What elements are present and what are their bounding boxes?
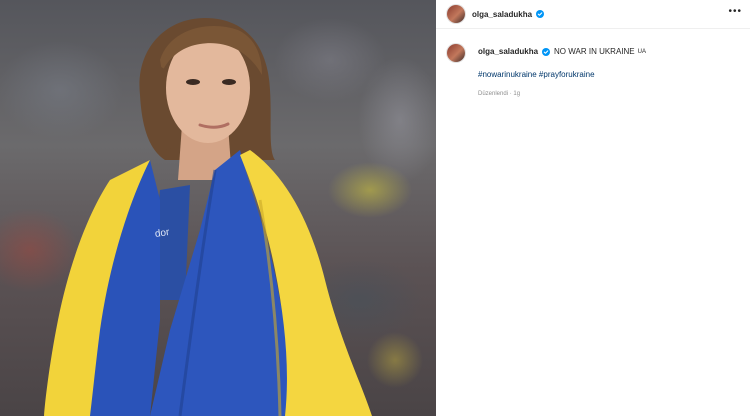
caption-line: olga_saladukha NO WAR IN UKRAINE UA: [478, 47, 646, 56]
post-meta: Düzenlendi · 1g: [478, 91, 520, 97]
ua-flag-emoji-text: UA: [637, 48, 646, 55]
more-options-icon[interactable]: •••: [728, 7, 742, 17]
verified-badge-icon: [542, 47, 551, 56]
meta-separator: ·: [509, 91, 512, 97]
post-photo[interactable]: dor: [0, 0, 436, 416]
edited-label: Düzenlendi: [478, 91, 509, 97]
caption-text: NO WAR IN UKRAINE: [554, 47, 635, 56]
post-age[interactable]: 1g: [513, 91, 520, 97]
caption-hashtags[interactable]: #nowarinukraine #prayforukraine: [478, 70, 595, 79]
caption-avatar[interactable]: [447, 44, 465, 62]
avatar[interactable]: [447, 5, 465, 23]
post-username[interactable]: olga_saladukha: [472, 10, 532, 19]
caption-username[interactable]: olga_saladukha: [478, 47, 538, 56]
post-header: olga_saladukha •••: [436, 0, 750, 29]
verified-badge-icon: [536, 10, 545, 18]
athlete-with-ukraine-flag-image: [44, 18, 372, 416]
post-side-panel: olga_saladukha ••• olga_saladukha NO WAR…: [436, 0, 750, 416]
shirt-text: dor: [154, 227, 171, 240]
